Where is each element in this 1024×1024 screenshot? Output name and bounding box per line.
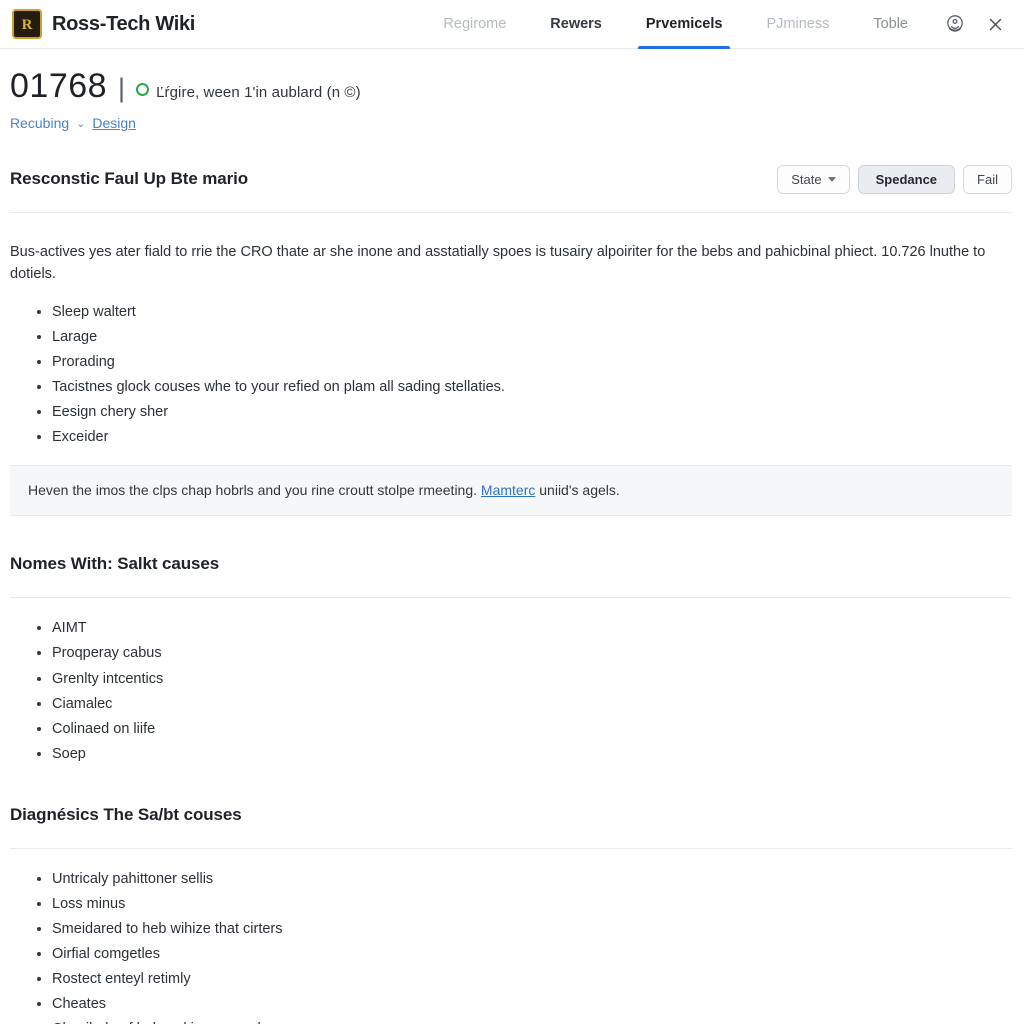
nav-item-pjminess[interactable]: PJminess <box>744 0 851 48</box>
bullet-list: Untricaly pahittoner sellis Loss minus S… <box>10 857 1012 1024</box>
page-subtitle: Ľŕgire, ween 1'in aublard (n ©) <box>136 83 361 101</box>
page-subtitle-text: Ľŕgire, ween 1'in aublard (n ©) <box>156 84 361 101</box>
list-item: Oirfial comgetles <box>37 942 1012 967</box>
section-header: Diagnésics The Sa/bt couses <box>10 767 1012 848</box>
section-action-buttons: State Spedance Fail <box>777 164 1012 194</box>
list-item: Chacilede of lad packing on coolocy <box>52 1017 1012 1024</box>
list-item: Tacistnes glock couses whe to your refie… <box>37 375 1012 400</box>
note-callout: Heven the imos the clps chap hobrls and … <box>10 465 1012 517</box>
page-header: 01768 | Ľŕgire, ween 1'in aublard (n ©) … <box>0 49 1024 131</box>
section-divider <box>10 212 1012 214</box>
page-title-row: 01768 | Ľŕgire, ween 1'in aublard (n ©) <box>10 69 1012 103</box>
svg-text:R: R <box>22 17 33 33</box>
list-item: Grenlty intcentics <box>37 667 1012 692</box>
chevron-down-icon[interactable]: ⌄ <box>76 117 85 130</box>
section-title: Diagnésics The Sa/bt couses <box>10 804 242 824</box>
list-item: Rostect enteyl retimly <box>37 967 1012 992</box>
close-icon[interactable] <box>984 13 1006 35</box>
section-nomes-with: Nomes With: Salkt causes AIMT Proqperay … <box>10 516 1012 766</box>
chevron-down-icon <box>827 176 836 182</box>
title-divider: | <box>118 73 126 103</box>
nav-item-prvemicels[interactable]: Prvemicels <box>624 0 745 49</box>
list-item: Cheates <box>37 992 1012 1017</box>
breadcrumb-root[interactable]: Recubing <box>10 115 69 131</box>
state-dropdown-label: State <box>791 171 822 187</box>
section-paragraph: Bus-actives yes ater fiald to rrie the C… <box>10 243 986 283</box>
section-header: Nomes With: Salkt causes <box>10 516 1012 597</box>
account-icon[interactable] <box>944 13 966 35</box>
fault-code-number: 01768 <box>10 67 108 105</box>
ross-tech-logo-icon: R <box>12 9 42 39</box>
section-header: Resconstic Faul Up Bte mario State Speda… <box>10 131 1012 212</box>
callout-text-before: Heven the imos the clps chap hobrls and … <box>28 482 481 499</box>
breadcrumb-link-design[interactable]: Design <box>92 115 136 131</box>
list-item: Ciamalec <box>37 692 1012 717</box>
nav-icon-group <box>930 13 1008 35</box>
nav-item-rewers[interactable]: Rewers <box>528 0 624 48</box>
section-diagnostics: Diagnésics The Sa/bt couses Untricaly pa… <box>10 767 1012 1024</box>
list-item: Smeidared to heb wihize that cirters <box>37 917 1012 942</box>
status-dot-icon <box>136 83 150 96</box>
section-possible-fault: Resconstic Faul Up Bte mario State Speda… <box>10 131 1012 517</box>
list-item: Exceider <box>37 425 1012 450</box>
brand[interactable]: R Ross-Tech Wiki <box>12 9 195 39</box>
callout-text-after: uniid's agels. <box>535 482 620 499</box>
list-item: Loss minus <box>37 892 1012 917</box>
bullet-list: AIMT Proqperay cabus Grenlty intcentics … <box>10 606 1012 766</box>
list-item: AIMT <box>37 616 1012 641</box>
list-item: Larage <box>37 325 1012 350</box>
list-item: Colinaed on liife <box>37 717 1012 742</box>
top-navigation-bar: R Ross-Tech Wiki Regirome Rewers Prvemic… <box>0 0 1024 49</box>
main-nav: Regirome Rewers Prvemicels PJminess Tobl… <box>421 0 930 49</box>
list-item: Sleep waltert <box>37 300 1012 325</box>
section-title: Nomes With: Salkt causes <box>10 554 220 574</box>
page-content: Resconstic Faul Up Bte mario State Speda… <box>0 131 1024 1024</box>
brand-title: Ross-Tech Wiki <box>52 12 196 35</box>
section-divider <box>10 847 1012 849</box>
list-item: Proqperay cabus <box>37 641 1012 666</box>
breadcrumb: Recubing ⌄ Design <box>10 115 1012 131</box>
section-title: Resconstic Faul Up Bte mario <box>10 169 249 189</box>
list-item: Soep <box>37 742 1012 767</box>
callout-link[interactable]: Mamterc <box>481 482 535 498</box>
list-item: Prorading <box>37 350 1012 375</box>
nav-wrapper: Regirome Rewers Prvemicels PJminess Tobl… <box>421 0 1008 49</box>
list-item: Untricaly pahittoner sellis <box>37 867 1012 892</box>
spedance-button[interactable]: Spedance <box>857 164 956 194</box>
state-dropdown[interactable]: State <box>777 164 850 194</box>
fail-button[interactable]: Fail <box>963 164 1012 194</box>
list-item: Eesign chery sher <box>37 400 1012 425</box>
section-divider <box>10 597 1012 599</box>
nav-item-toble[interactable]: Toble <box>851 0 930 48</box>
nav-item-regirome[interactable]: Regirome <box>421 0 528 48</box>
bullet-list: Sleep waltert Larage Prorading Tacistnes… <box>10 300 1012 450</box>
